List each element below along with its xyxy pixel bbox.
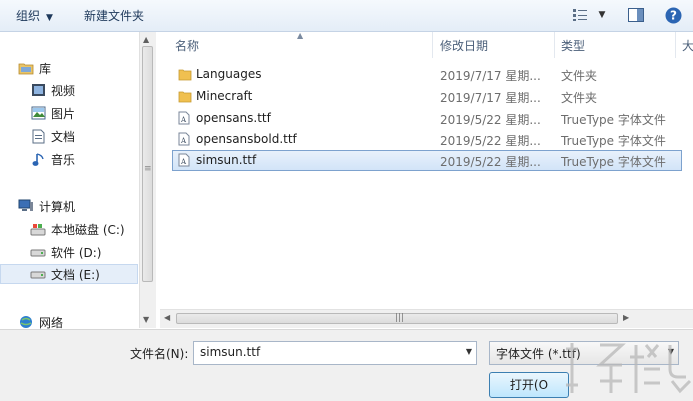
view-menu-chevron-icon[interactable]: ▼ bbox=[596, 6, 608, 24]
column-divider[interactable] bbox=[675, 32, 676, 58]
nav-item-drive-c[interactable]: 本地磁盘 (C:) bbox=[30, 219, 125, 239]
column-header-date[interactable]: 修改日期 bbox=[440, 32, 488, 58]
preview-pane-icon[interactable] bbox=[627, 6, 645, 24]
help-icon[interactable]: ? bbox=[664, 6, 682, 24]
nav-label-drive-d: 软件 (D:) bbox=[51, 245, 102, 260]
nav-item-library[interactable]: 库 bbox=[18, 58, 51, 78]
file-name: simsun.ttf bbox=[196, 153, 257, 167]
font-file-icon: A bbox=[178, 111, 192, 125]
nav-label-drive-c: 本地磁盘 (C:) bbox=[51, 222, 125, 237]
nav-label-pictures: 图片 bbox=[51, 106, 76, 121]
nav-scrollbar[interactable]: ▲ ≡ ▼ bbox=[139, 32, 156, 328]
font-file-icon: A bbox=[178, 153, 192, 167]
nav-item-drive-d[interactable]: 软件 (D:) bbox=[30, 242, 101, 262]
svg-text:A: A bbox=[180, 137, 187, 145]
navigation-pane: 库 视频 图片 文档 音乐 计算机 本地磁盘 (C:) 软件 (D:) 文档 (… bbox=[0, 32, 139, 330]
svg-text:A: A bbox=[180, 116, 187, 124]
system-drive-icon bbox=[30, 221, 46, 237]
file-row[interactable]: Minecraft 2019/7/17 星期... 文件夹 bbox=[172, 86, 682, 107]
file-type: TrueType 字体文件 bbox=[561, 113, 666, 127]
toolbar: 组织 ▼ 新建文件夹 ▼ ? bbox=[0, 0, 693, 32]
drive-icon bbox=[30, 244, 46, 260]
scroll-grip-icon: ||| bbox=[395, 313, 405, 323]
filename-label: 文件名(N): bbox=[130, 347, 189, 361]
nav-label-videos: 视频 bbox=[51, 83, 76, 98]
column-divider[interactable] bbox=[554, 32, 555, 58]
nav-label-documents: 文档 bbox=[51, 129, 76, 144]
file-type: TrueType 字体文件 bbox=[561, 134, 666, 148]
file-date: 2019/5/22 星期... bbox=[440, 155, 541, 169]
file-row[interactable]: Languages 2019/7/17 星期... 文件夹 bbox=[172, 64, 682, 85]
picture-icon bbox=[30, 105, 46, 121]
file-row[interactable]: A opensans.ttf 2019/5/22 星期... TrueType … bbox=[172, 108, 682, 129]
column-header-size[interactable]: 大 bbox=[682, 32, 693, 58]
drive-icon bbox=[30, 266, 46, 282]
library-icon bbox=[18, 60, 34, 76]
nav-item-drive-e[interactable]: 文档 (E:) bbox=[0, 264, 138, 284]
svg-text:A: A bbox=[180, 158, 187, 166]
nav-label-computer: 计算机 bbox=[39, 199, 76, 214]
nav-item-pictures[interactable]: 图片 bbox=[30, 103, 75, 123]
file-type: TrueType 字体文件 bbox=[561, 155, 666, 169]
view-options-icon[interactable] bbox=[570, 6, 590, 24]
scroll-down-arrow-icon[interactable]: ▼ bbox=[143, 315, 149, 324]
filename-value: simsun.ttf bbox=[200, 345, 261, 359]
new-folder-button[interactable]: 新建文件夹 bbox=[84, 7, 144, 24]
scroll-up-arrow-icon[interactable]: ▲ bbox=[143, 35, 149, 44]
folder-icon bbox=[178, 67, 192, 81]
nav-item-music[interactable]: 音乐 bbox=[30, 149, 75, 169]
file-row-selected[interactable]: A simsun.ttf 2019/5/22 星期... TrueType 字体… bbox=[172, 150, 682, 171]
nav-label-network: 网络 bbox=[39, 315, 64, 330]
file-list: ▲ 名称 修改日期 类型 大 Languages 2019/7/17 星期...… bbox=[160, 31, 693, 308]
column-divider[interactable] bbox=[432, 32, 433, 58]
organize-label: 组织 bbox=[16, 9, 41, 23]
file-date: 2019/7/17 星期... bbox=[440, 91, 541, 105]
horizontal-scrollbar[interactable]: ◀ ||| ▶ bbox=[160, 309, 693, 328]
scroll-grip-icon: ≡ bbox=[144, 164, 152, 174]
organize-button[interactable]: 组织 ▼ bbox=[16, 7, 53, 24]
nav-item-videos[interactable]: 视频 bbox=[30, 80, 75, 100]
watermark-logo-icon bbox=[566, 343, 692, 394]
chevron-down-icon[interactable]: ▼ bbox=[466, 347, 472, 356]
nav-label-library: 库 bbox=[39, 61, 52, 76]
file-type: 文件夹 bbox=[561, 91, 598, 105]
network-icon bbox=[18, 314, 34, 330]
sort-indicator-icon: ▲ bbox=[297, 31, 304, 40]
horizontal-scrollbar-thumb[interactable]: ||| bbox=[176, 313, 618, 324]
file-date: 2019/5/22 星期... bbox=[440, 134, 541, 148]
nav-label-drive-e: 文档 (E:) bbox=[51, 267, 100, 282]
file-name: opensans.ttf bbox=[196, 111, 271, 125]
svg-text:?: ? bbox=[670, 8, 677, 22]
video-icon bbox=[30, 82, 46, 98]
file-name: Languages bbox=[196, 67, 262, 81]
nav-item-computer[interactable]: 计算机 bbox=[18, 196, 75, 216]
music-icon bbox=[30, 151, 46, 167]
chevron-down-icon: ▼ bbox=[46, 13, 53, 23]
computer-icon bbox=[18, 198, 34, 214]
font-file-icon: A bbox=[178, 132, 192, 146]
file-date: 2019/5/22 星期... bbox=[440, 113, 541, 127]
column-header-name[interactable]: 名称 bbox=[175, 32, 199, 58]
file-date: 2019/7/17 星期... bbox=[440, 69, 541, 83]
file-name: opensansbold.ttf bbox=[196, 132, 297, 146]
open-button[interactable]: 打开(O bbox=[489, 372, 569, 398]
folder-icon bbox=[178, 89, 192, 103]
nav-item-documents[interactable]: 文档 bbox=[30, 126, 75, 146]
filename-input[interactable]: simsun.ttf ▼ bbox=[193, 341, 477, 365]
document-icon bbox=[30, 128, 46, 144]
file-type: 文件夹 bbox=[561, 69, 598, 83]
file-row[interactable]: A opensansbold.ttf 2019/5/22 星期... TrueT… bbox=[172, 129, 682, 150]
scroll-left-arrow-icon[interactable]: ◀ bbox=[164, 313, 170, 322]
file-name: Minecraft bbox=[196, 89, 253, 103]
column-header-type[interactable]: 类型 bbox=[561, 32, 585, 58]
scroll-right-arrow-icon[interactable]: ▶ bbox=[623, 313, 629, 322]
nav-label-music: 音乐 bbox=[51, 152, 76, 167]
